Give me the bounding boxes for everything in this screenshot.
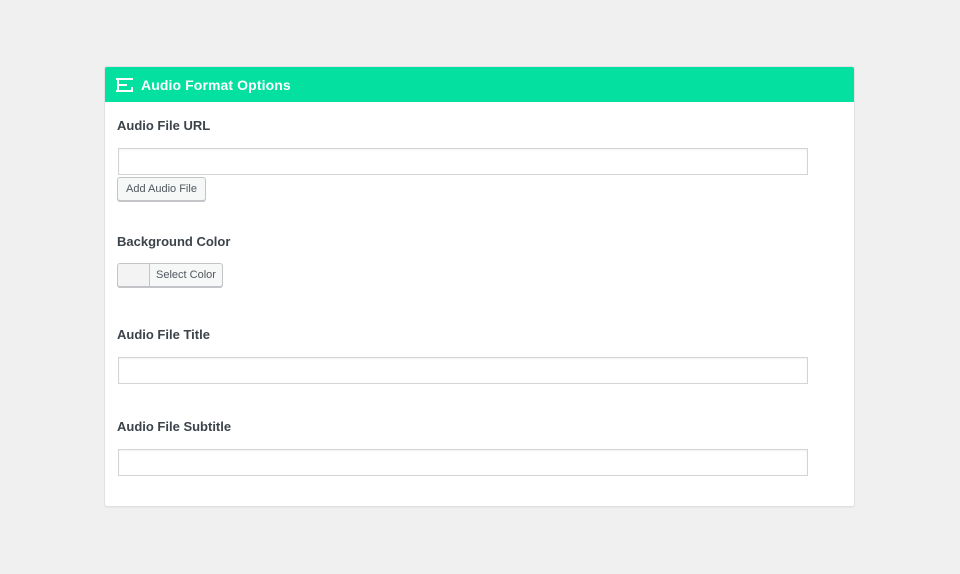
audio-file-url-input[interactable] — [118, 148, 808, 175]
color-swatch[interactable] — [118, 264, 150, 286]
audio-file-title-label: Audio File Title — [117, 327, 210, 342]
audio-file-url-label: Audio File URL — [117, 118, 211, 133]
background-color-label: Background Color — [117, 234, 231, 249]
format-icon — [116, 77, 134, 93]
panel-header: Audio Format Options — [105, 67, 854, 102]
audio-file-subtitle-input[interactable] — [118, 449, 808, 476]
select-color-label: Select Color — [156, 269, 216, 281]
audio-format-options-panel: Audio Format Options Audio File URL Add … — [104, 66, 855, 507]
select-color-button[interactable]: Select Color — [117, 263, 223, 287]
add-audio-file-button[interactable]: Add Audio File — [117, 177, 206, 201]
audio-file-title-input[interactable] — [118, 357, 808, 384]
audio-file-subtitle-label: Audio File Subtitle — [117, 419, 232, 434]
panel-title: Audio Format Options — [141, 76, 291, 93]
